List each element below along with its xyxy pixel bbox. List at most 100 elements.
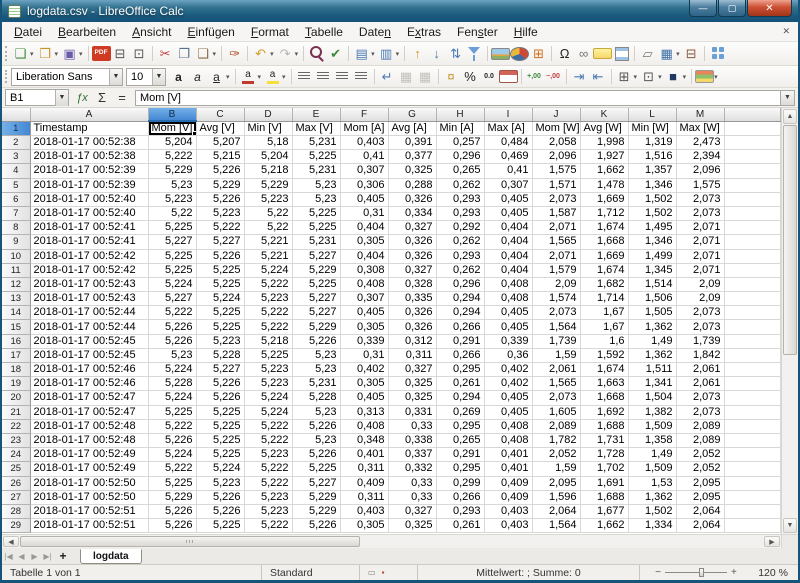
row-header-27[interactable]: 27: [2, 490, 30, 504]
name-box[interactable]: B1 ▼: [5, 89, 69, 106]
format-as-currency-icon[interactable]: ¤: [442, 67, 461, 86]
cell[interactable]: 5,225: [196, 448, 244, 462]
freeze-rows-and-columns-dropdown-icon[interactable]: ▾: [676, 50, 680, 58]
cell[interactable]: 0,295: [436, 363, 484, 377]
cell[interactable]: 5,225: [196, 519, 244, 533]
cell[interactable]: 1,67: [580, 320, 628, 334]
redo-dropdown-icon[interactable]: ▾: [295, 50, 299, 58]
cell[interactable]: 0,403: [484, 519, 532, 533]
cell[interactable]: 1,998: [580, 136, 628, 150]
row-header-2[interactable]: 2: [2, 136, 30, 150]
insert-comment-icon[interactable]: [593, 48, 612, 59]
cell[interactable]: 0,311: [388, 348, 436, 362]
cell[interactable]: 2,071: [532, 249, 580, 263]
cell[interactable]: [724, 277, 781, 291]
cell[interactable]: 0,266: [436, 348, 484, 362]
cell[interactable]: 1,49: [628, 334, 676, 348]
column-header-F[interactable]: F: [340, 108, 388, 121]
cell[interactable]: [724, 363, 781, 377]
undo-icon[interactable]: ↶: [251, 44, 270, 63]
cell[interactable]: 2,061: [532, 363, 580, 377]
cell[interactable]: 5,225: [148, 249, 196, 263]
row-header-9[interactable]: 9: [2, 235, 30, 249]
cell[interactable]: 1,688: [580, 419, 628, 433]
selection-mode-icon[interactable]: ▭: [368, 568, 376, 577]
cell[interactable]: 5,226: [196, 391, 244, 405]
cell[interactable]: 2018-01-17 00:52:50: [30, 476, 148, 490]
open-file-icon[interactable]: ❒: [36, 44, 55, 63]
row-header-3[interactable]: 3: [2, 150, 30, 164]
cell[interactable]: 0,335: [388, 292, 436, 306]
cell[interactable]: 5,225: [292, 150, 340, 164]
horizontal-scroll-track[interactable]: [360, 535, 763, 548]
vertical-scroll-thumb[interactable]: [783, 125, 797, 355]
cell[interactable]: 5,225: [196, 419, 244, 433]
cell[interactable]: 2018-01-17 00:52:43: [30, 277, 148, 291]
column-header-partial[interactable]: [724, 108, 781, 121]
cell[interactable]: 0,348: [340, 433, 388, 447]
cell[interactable]: 0,331: [388, 405, 436, 419]
italic-icon[interactable]: a: [188, 67, 207, 86]
cell[interactable]: 0,326: [388, 306, 436, 320]
delete-decimal-place-icon[interactable]: −,00: [544, 67, 563, 86]
cell[interactable]: [724, 164, 781, 178]
cell[interactable]: 0,261: [436, 377, 484, 391]
zoom-slider-thumb[interactable]: [699, 568, 704, 577]
scroll-down-icon[interactable]: ▼: [783, 518, 797, 533]
cell[interactable]: 5,227: [196, 235, 244, 249]
row-header-19[interactable]: 19: [2, 377, 30, 391]
cell[interactable]: 5,226: [292, 448, 340, 462]
cell[interactable]: 1,927: [580, 150, 628, 164]
cell[interactable]: 5,226: [292, 334, 340, 348]
cell[interactable]: 5,223: [244, 363, 292, 377]
cell[interactable]: 0,31: [340, 348, 388, 362]
cell[interactable]: 2,071: [676, 221, 724, 235]
cell[interactable]: 5,226: [148, 334, 196, 348]
sort-descending-icon[interactable]: ↓: [427, 44, 446, 63]
font-name-combo[interactable]: Liberation Sans ▼: [11, 68, 123, 86]
define-print-area-icon[interactable]: ▱: [638, 44, 657, 63]
cell[interactable]: Avg [A]: [388, 121, 436, 136]
row-header-18[interactable]: 18: [2, 363, 30, 377]
cell[interactable]: 1,49: [628, 448, 676, 462]
cell[interactable]: 2,073: [676, 391, 724, 405]
cell[interactable]: 5,226: [196, 164, 244, 178]
cell[interactable]: 0,327: [388, 263, 436, 277]
cell[interactable]: 1,362: [628, 320, 676, 334]
font-color-dropdown-icon[interactable]: ▾: [258, 73, 262, 81]
sort-ascending-icon[interactable]: ↑: [408, 44, 427, 63]
cell[interactable]: 0,291: [436, 448, 484, 462]
cell[interactable]: 5,223: [244, 490, 292, 504]
cell[interactable]: 5,227: [148, 292, 196, 306]
cell[interactable]: 2018-01-17 00:52:48: [30, 433, 148, 447]
cell[interactable]: 2018-01-17 00:52:51: [30, 504, 148, 518]
cell[interactable]: [724, 519, 781, 533]
cell[interactable]: 0,36: [484, 348, 532, 362]
save-dropdown-icon[interactable]: ▾: [79, 50, 83, 58]
menu-hilfe[interactable]: Hilfe: [506, 23, 546, 41]
menu-tabelle[interactable]: Tabelle: [297, 23, 351, 41]
formula-icon[interactable]: =: [112, 89, 132, 106]
cell[interactable]: 0,409: [340, 476, 388, 490]
cell[interactable]: 5,223: [196, 334, 244, 348]
cell[interactable]: 5,224: [244, 391, 292, 405]
cell[interactable]: 1,357: [628, 164, 676, 178]
font-size-dropdown-icon[interactable]: ▼: [152, 69, 165, 85]
cell[interactable]: 1,319: [628, 136, 676, 150]
cell[interactable]: 1,59: [532, 462, 580, 476]
cell[interactable]: 5,227: [292, 476, 340, 490]
cell[interactable]: 5,223: [244, 292, 292, 306]
cell[interactable]: 1,67: [580, 306, 628, 320]
cell[interactable]: 0,294: [436, 306, 484, 320]
cell[interactable]: 1,509: [628, 419, 676, 433]
cell[interactable]: 0,401: [484, 448, 532, 462]
cell[interactable]: [724, 348, 781, 362]
cell[interactable]: 5,218: [244, 334, 292, 348]
cell[interactable]: 5,231: [292, 377, 340, 391]
align-center-icon[interactable]: [314, 67, 333, 86]
cell[interactable]: 2018-01-17 00:52:44: [30, 320, 148, 334]
cell[interactable]: 0,409: [484, 476, 532, 490]
cell[interactable]: 1,6: [580, 334, 628, 348]
print-preview-icon[interactable]: ⊡: [130, 44, 149, 63]
cell[interactable]: 2018-01-17 00:52:48: [30, 419, 148, 433]
